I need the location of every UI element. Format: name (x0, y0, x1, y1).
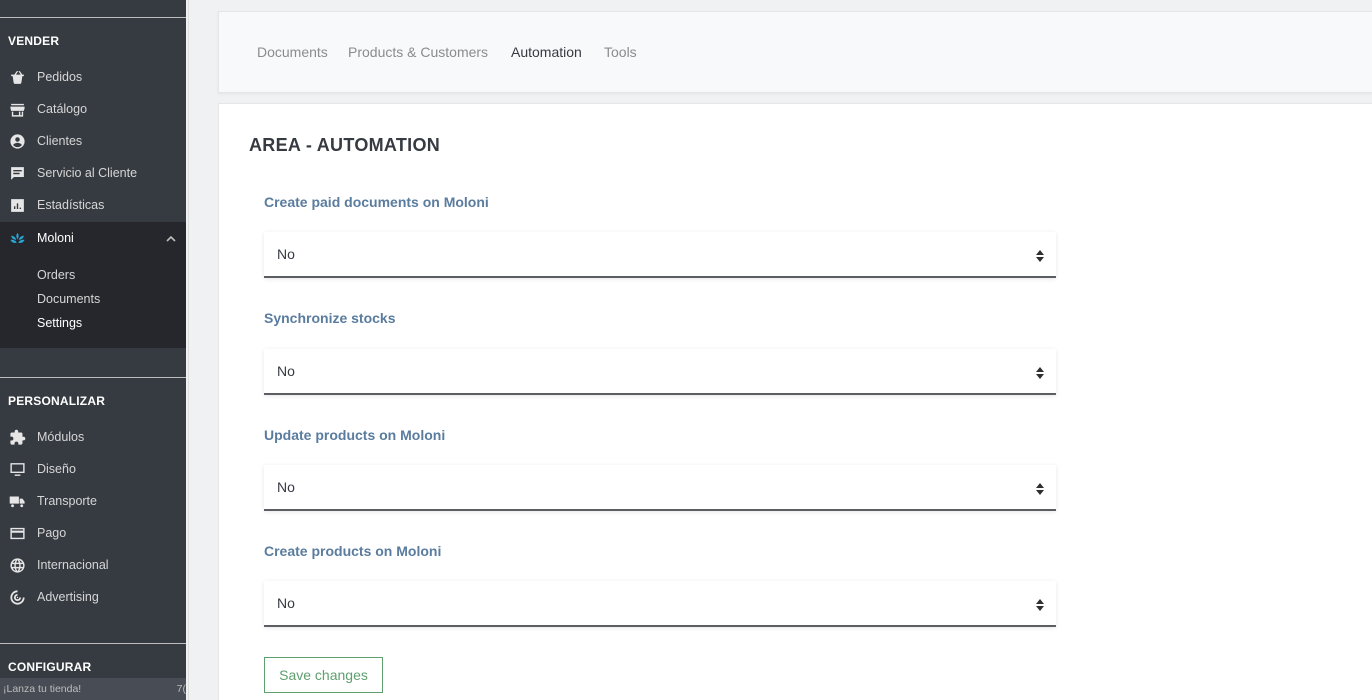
sidebar-item-modulos[interactable]: Módulos (0, 421, 186, 453)
sidebar-item-pago[interactable]: Pago (0, 517, 186, 549)
tab-automation[interactable]: Automation (511, 44, 582, 60)
sidebar-item-label: Pago (37, 526, 67, 540)
moloni-lotus-icon (8, 230, 26, 246)
page-title: AREA - AUTOMATION (249, 135, 441, 155)
sidebar-item-label: Transporte (37, 494, 97, 508)
store-icon (8, 101, 26, 117)
field-label-synchronize-stocks: Synchronize stocks (264, 310, 396, 326)
select-value: No (277, 595, 295, 611)
field-label-create-products: Create products on Moloni (264, 543, 442, 559)
field-label-create-paid-documents: Create paid documents on Moloni (264, 194, 489, 210)
tab-tools[interactable]: Tools (604, 44, 637, 60)
chevron-up-icon[interactable] (166, 233, 176, 247)
submenu-item-documents[interactable]: Documents (37, 292, 100, 306)
sidebar-item-label: Módulos (37, 430, 85, 444)
sidebar-divider (0, 377, 186, 378)
sidebar-item-label: Moloni (37, 231, 74, 245)
save-changes-button[interactable]: Save changes (264, 657, 383, 693)
basket-icon (8, 69, 26, 85)
sidebar-item-clientes[interactable]: Clientes (0, 125, 186, 157)
select-value: No (277, 363, 295, 379)
submenu-item-orders[interactable]: Orders (37, 268, 75, 282)
section-title-personalizar: PERSONALIZAR (8, 394, 106, 408)
sidebar-item-internacional[interactable]: Internacional (0, 549, 186, 581)
truck-icon (8, 493, 26, 509)
sidebar-gutter (186, 0, 200, 700)
automation-panel: AREA - AUTOMATION Create paid documents … (218, 103, 1372, 700)
create-paid-documents-select[interactable]: No (264, 232, 1056, 278)
sidebar-item-moloni[interactable]: Moloni (0, 222, 186, 254)
sort-caret-icon (1036, 598, 1044, 614)
field-label-update-products: Update products on Moloni (264, 427, 446, 443)
section-title-configurar: CONFIGURAR (8, 660, 92, 674)
launch-store-bar[interactable]: ¡Lanza tu tienda! 7( (0, 678, 186, 700)
create-products-select[interactable]: No (264, 581, 1056, 627)
sidebar-item-label: Internacional (37, 558, 109, 572)
select-value: No (277, 246, 295, 262)
sidebar-item-advertising[interactable]: Advertising (0, 581, 186, 613)
puzzle-icon (8, 429, 26, 445)
credit-card-icon (8, 525, 26, 541)
sort-caret-icon (1036, 366, 1044, 382)
sidebar-item-label: Catálogo (37, 102, 88, 116)
sidebar-divider (0, 643, 186, 644)
sort-caret-icon (1036, 482, 1044, 498)
sidebar-item-diseno[interactable]: Diseño (0, 453, 186, 485)
bar-chart-icon (8, 197, 26, 213)
globe-icon (8, 557, 26, 573)
tab-documents[interactable]: Documents (257, 44, 328, 60)
sidebar-item-label: Advertising (37, 590, 99, 604)
account-circle-icon (8, 133, 26, 149)
sidebar: VENDER Pedidos Catálogo Clientes Servici… (0, 0, 186, 700)
update-products-select[interactable]: No (264, 465, 1056, 511)
target-icon (8, 589, 26, 605)
moloni-submenu: Orders Documents Settings (0, 254, 186, 348)
tab-products-customers[interactable]: Products & Customers (348, 44, 488, 60)
sidebar-item-catalogo[interactable]: Catálogo (0, 93, 186, 125)
sort-caret-icon (1036, 249, 1044, 265)
sidebar-item-transporte[interactable]: Transporte (0, 485, 186, 517)
monitor-icon (8, 461, 26, 477)
launch-store-label: ¡Lanza tu tienda! (3, 683, 82, 695)
sidebar-item-estadisticas[interactable]: Estadísticas (0, 189, 186, 221)
section-title-vender: VENDER (8, 34, 60, 48)
submenu-item-settings[interactable]: Settings (37, 316, 82, 330)
sidebar-item-servicio-cliente[interactable]: Servicio al Cliente (0, 157, 186, 189)
sidebar-item-label: Diseño (37, 462, 76, 476)
settings-tabs: Documents Products & Customers Automatio… (218, 11, 1372, 93)
launch-store-progress: 7( (176, 683, 186, 695)
select-value: No (277, 479, 295, 495)
sidebar-item-label: Clientes (37, 134, 83, 148)
sidebar-item-label: Servicio al Cliente (37, 166, 138, 180)
sidebar-item-label: Pedidos (37, 70, 83, 84)
sidebar-item-label: Estadísticas (37, 198, 105, 212)
synchronize-stocks-select[interactable]: No (264, 349, 1056, 395)
chat-icon (8, 165, 26, 181)
sidebar-divider (0, 17, 186, 18)
sidebar-item-pedidos[interactable]: Pedidos (0, 61, 186, 93)
